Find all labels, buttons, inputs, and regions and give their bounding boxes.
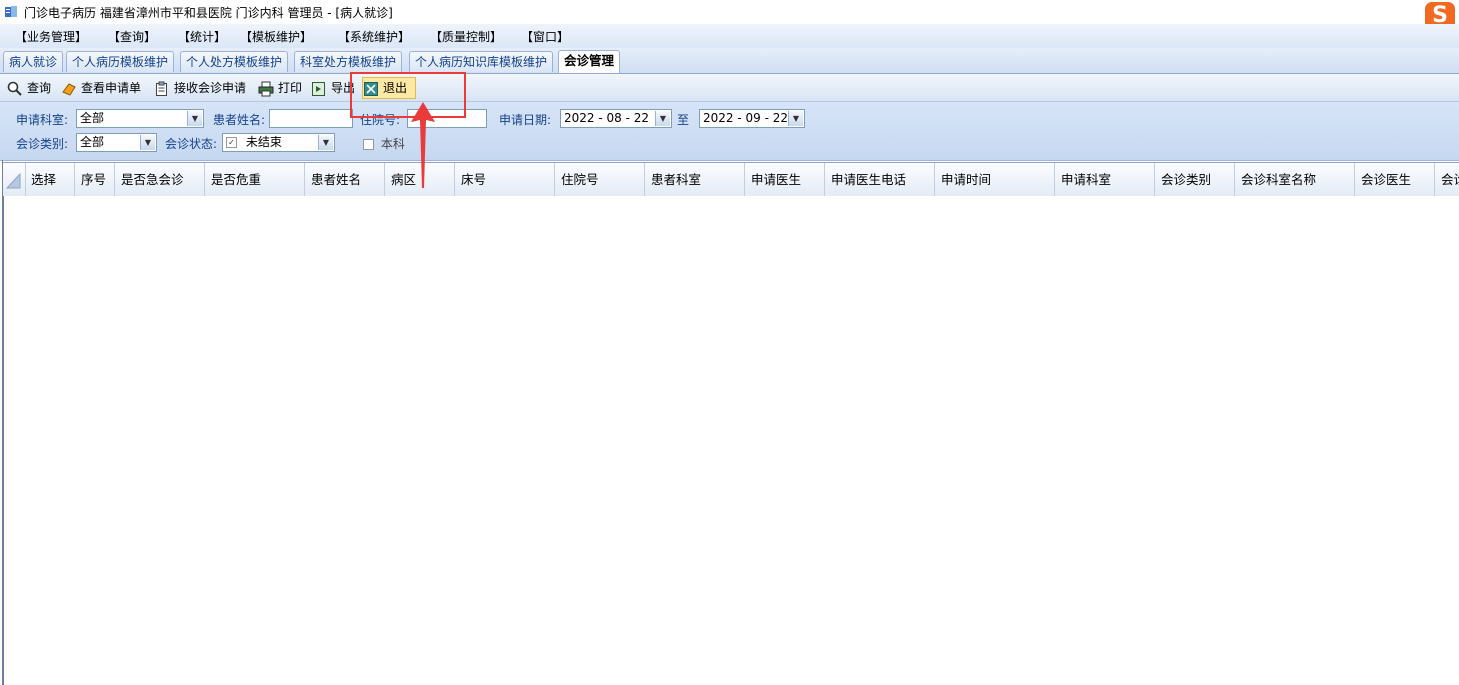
- tab-personal-record-template[interactable]: 个人病历模板维护: [66, 51, 175, 72]
- consult-type-select[interactable]: 全部 ▼: [76, 133, 157, 152]
- col-consult-doctor[interactable]: 会诊医生: [1355, 163, 1435, 196]
- menu-business[interactable]: 【业务管理】: [15, 28, 87, 45]
- title-bar: 门诊电子病历 福建省漳州市平和县医院 门诊内科 管理员 - [病人就诊] S: [0, 0, 1459, 30]
- col-apply-dept[interactable]: 申请科室: [1055, 163, 1155, 196]
- col-apply-doctor-phone[interactable]: 申请医生电话: [825, 163, 935, 196]
- tab-consultation-management[interactable]: 会诊管理: [558, 50, 621, 73]
- corner-triangle-icon: [5, 172, 21, 189]
- tab-knowledge-template[interactable]: 个人病历知识库模板维护: [409, 51, 554, 72]
- col-seq[interactable]: 序号: [75, 163, 115, 196]
- row-selector-corner[interactable]: [3, 163, 26, 196]
- chevron-down-icon[interactable]: ▼: [187, 111, 202, 126]
- col-urgent[interactable]: 是否急会诊: [115, 163, 205, 196]
- status-checkbox[interactable]: ✓: [226, 137, 237, 148]
- patient-name-label: 患者姓名:: [213, 113, 266, 127]
- search-icon: [7, 81, 22, 96]
- col-bed[interactable]: 床号: [455, 163, 555, 196]
- chevron-down-icon[interactable]: ▼: [655, 111, 670, 126]
- col-consult-type[interactable]: 会诊类别: [1155, 163, 1235, 196]
- export-icon: [312, 82, 325, 96]
- tab-bar: 病人就诊 个人病历模板维护 个人处方模板维护 科室处方模板维护 个人病历知识库模…: [0, 48, 1459, 74]
- own-dept-checkbox[interactable]: 本科: [363, 135, 405, 152]
- dept-select[interactable]: 全部 ▼: [76, 109, 204, 128]
- menu-statistics[interactable]: 【统计】: [178, 28, 226, 45]
- eraser-icon: [62, 83, 76, 96]
- query-button[interactable]: 查询: [7, 78, 57, 98]
- col-consult-dept-name[interactable]: 会诊科室名称: [1235, 163, 1355, 196]
- col-patient-name[interactable]: 患者姓名: [305, 163, 385, 196]
- col-patient-dept[interactable]: 患者科室: [645, 163, 745, 196]
- apply-date-label: 申请日期:: [499, 113, 552, 127]
- menu-window[interactable]: 【窗口】: [521, 28, 569, 45]
- col-apply-doctor[interactable]: 申请医生: [745, 163, 825, 196]
- tab-patient-visit[interactable]: 病人就诊: [3, 51, 64, 72]
- view-request-button[interactable]: 查看申请单: [61, 78, 151, 98]
- chevron-down-icon[interactable]: ▼: [318, 135, 333, 150]
- printer-icon: [258, 81, 274, 97]
- col-inpatient-no[interactable]: 住院号: [555, 163, 645, 196]
- chevron-down-icon[interactable]: ▼: [788, 111, 803, 126]
- print-button[interactable]: 打印: [258, 78, 306, 98]
- clipboard-icon: [156, 81, 167, 96]
- tab-personal-prescription-template[interactable]: 个人处方模板维护: [180, 51, 289, 72]
- date-to-label: 至: [677, 113, 690, 127]
- menu-system[interactable]: 【系统维护】: [338, 28, 410, 45]
- grid-header: 选择 序号 是否急会诊 是否危重 患者姓名 病区 床号 住院号 患者科室 申请医…: [3, 162, 1459, 197]
- app-icon: [5, 6, 17, 17]
- date-to-picker[interactable]: 2022 - 09 - 22 ▼: [699, 109, 805, 128]
- col-apply-time[interactable]: 申请时间: [935, 163, 1055, 196]
- col-consult-more[interactable]: 会诊: [1435, 163, 1459, 196]
- consult-status-label: 会诊状态:: [165, 137, 218, 151]
- dept-label: 申请科室:: [16, 113, 69, 127]
- col-critical[interactable]: 是否危重: [205, 163, 305, 196]
- menu-query[interactable]: 【查询】: [108, 28, 156, 45]
- window-title: 门诊电子病历 福建省漳州市平和县医院 门诊内科 管理员 - [病人就诊]: [24, 6, 393, 20]
- grid-body: [3, 196, 1459, 685]
- menu-quality[interactable]: 【质量控制】: [430, 28, 502, 45]
- consult-status-select[interactable]: ✓ 未结束 ▼: [222, 133, 335, 152]
- consult-type-label: 会诊类别:: [16, 137, 69, 151]
- menu-bar: 【业务管理】 【查询】 【统计】 【模板维护】 【系统维护】 【质量控制】 【窗…: [0, 24, 1459, 49]
- arrow-annotation-icon: [411, 102, 435, 188]
- receive-consultation-button[interactable]: 接收会诊申请: [154, 78, 254, 98]
- patient-name-input[interactable]: [269, 109, 353, 128]
- tab-dept-prescription-template[interactable]: 科室处方模板维护: [294, 51, 403, 72]
- col-select[interactable]: 选择: [25, 163, 75, 196]
- filter-panel: 申请科室: 全部 ▼ 患者姓名: 住院号: 申请日期: 2022 - 08 - …: [0, 102, 1459, 161]
- chevron-down-icon[interactable]: ▼: [140, 135, 155, 150]
- date-from-picker[interactable]: 2022 - 08 - 22 ▼: [560, 109, 672, 128]
- menu-template[interactable]: 【模板维护】: [240, 28, 312, 45]
- toolbar: 查询 查看申请单 接收会诊申请 打印 导出 退出: [0, 74, 1459, 102]
